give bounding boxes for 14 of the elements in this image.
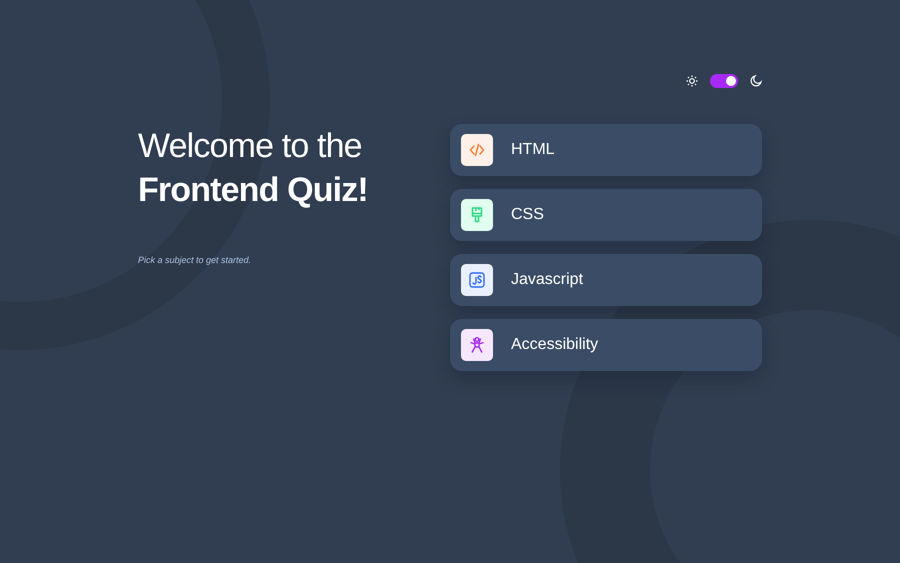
subtitle-text: Pick a subject to get started. <box>138 254 252 267</box>
code-icon <box>461 134 493 166</box>
subject-button[interactable]: HTML <box>450 124 762 176</box>
subject-button[interactable]: Accessibility <box>450 319 762 371</box>
heading-text: Frontend Quiz! <box>138 170 369 211</box>
subject-button[interactable]: Javascript <box>450 254 762 306</box>
sun-icon <box>686 75 698 87</box>
person-icon <box>461 329 493 361</box>
subject-button[interactable]: CSS <box>450 189 762 241</box>
theme-toggle[interactable] <box>710 74 738 88</box>
moon-icon <box>750 75 762 87</box>
paintbrush-icon <box>461 199 493 231</box>
js-file-icon <box>461 264 493 296</box>
heading-text: Welcome to the <box>138 126 363 167</box>
